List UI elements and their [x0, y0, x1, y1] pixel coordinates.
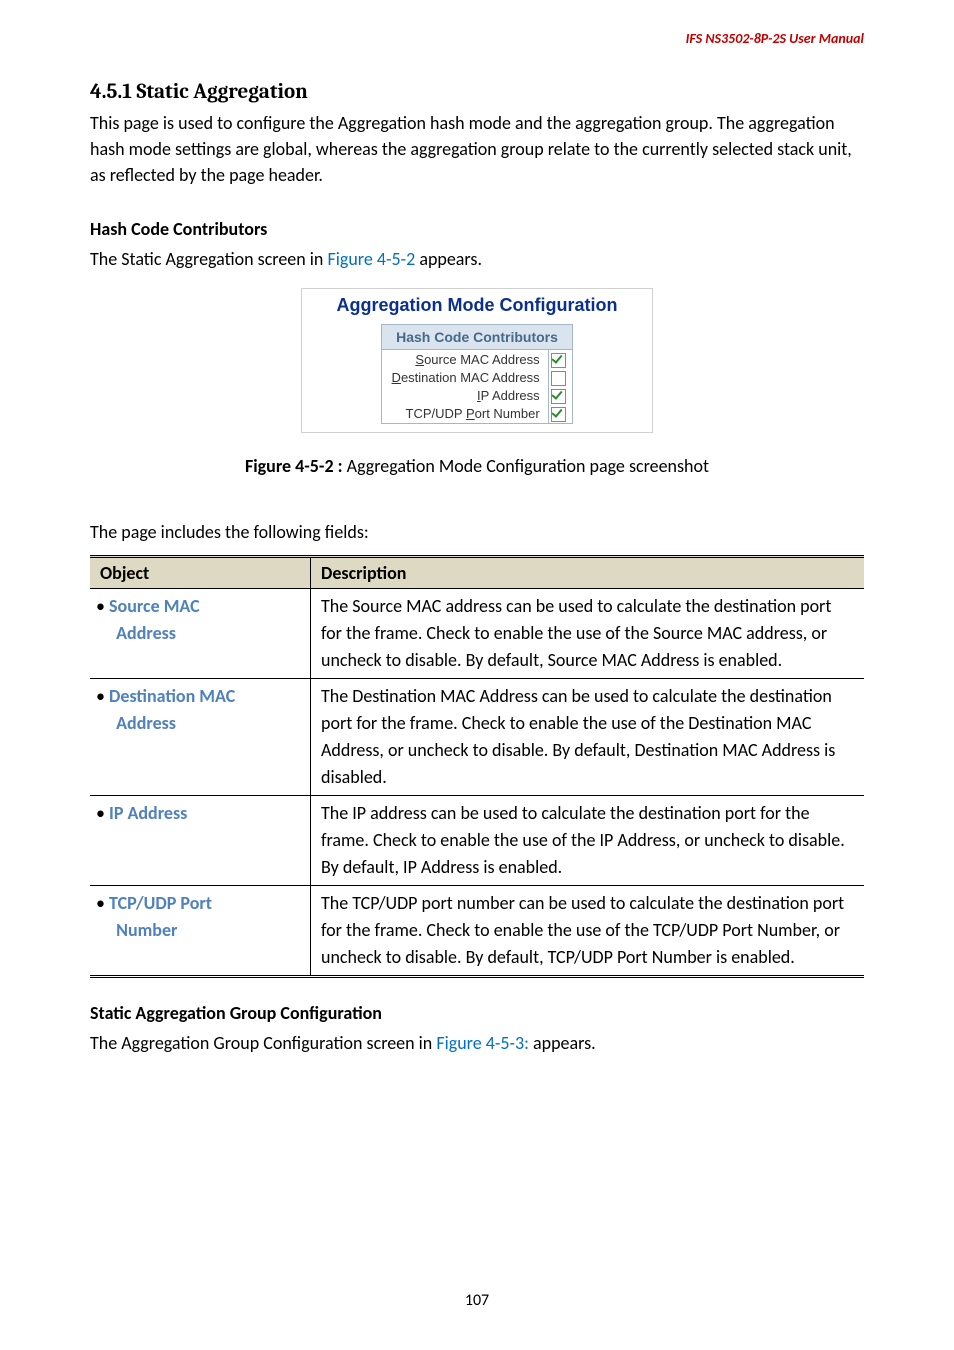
object-desc: The TCP/UDP port number can be used to c…	[311, 885, 865, 976]
hash-lead: The Static Aggregation screen in Figure …	[90, 246, 864, 272]
hash-row-label: IP Address	[382, 387, 549, 405]
section-number: 4.5.1	[90, 80, 132, 104]
checkbox-icon	[551, 353, 566, 368]
object-name: • TCP/UDP Port Number	[90, 885, 311, 976]
hash-contributors-table: Hash Code Contributors Source MAC Addres…	[381, 324, 573, 423]
object-desc: The IP address can be used to calculate …	[311, 795, 865, 885]
object-desc: The Source MAC address can be used to ca…	[311, 588, 865, 678]
static-group-lead-pre: The Aggregation Group Configuration scre…	[90, 1032, 436, 1054]
fields-intro: The page includes the following fields:	[90, 519, 864, 545]
hash-row-checkbox[interactable]	[548, 369, 572, 387]
checkbox-icon	[551, 371, 566, 386]
section-title: Static Aggregation	[136, 80, 307, 104]
figure-ref-link: Figure 4-5-3:	[436, 1032, 529, 1054]
figure-caption-rest: Aggregation Mode Configuration page scre…	[343, 455, 709, 477]
hash-lead-post: appears.	[415, 248, 482, 270]
col-header-object: Object	[90, 556, 311, 588]
hash-row-checkbox[interactable]	[548, 387, 572, 405]
figure-panel: Aggregation Mode Configuration Hash Code…	[301, 288, 653, 432]
hash-table-header: Hash Code Contributors	[382, 325, 573, 350]
static-group-lead: The Aggregation Group Configuration scre…	[90, 1030, 864, 1056]
figure-ref-link: Figure 4-5-2	[327, 248, 415, 270]
hash-heading: Hash Code Contributors	[90, 216, 864, 242]
col-header-description: Description	[311, 556, 865, 588]
object-desc: The Destination MAC Address can be used …	[311, 678, 865, 795]
hash-row-checkbox[interactable]	[548, 405, 572, 424]
section-heading: 4.5.1 Static Aggregation	[90, 80, 864, 104]
doc-header-product: IFS NS3502-8P-2S User Manual	[686, 30, 864, 47]
object-name: • IP Address	[90, 795, 311, 885]
static-group-heading: Static Aggregation Group Configuration	[90, 1000, 864, 1026]
hash-row-label: TCP/UDP Port Number	[382, 405, 549, 424]
section-intro: This page is used to configure the Aggre…	[90, 110, 864, 188]
figure-panel-title: Aggregation Mode Configuration	[308, 293, 646, 324]
figure-caption-bold: Figure 4-5-2 :	[245, 455, 343, 477]
hash-lead-pre: The Static Aggregation screen in	[90, 248, 327, 270]
hash-row-checkbox[interactable]	[548, 350, 572, 369]
object-name: • Destination MAC Address	[90, 678, 311, 795]
object-description-table: Object Description • Source MAC Address …	[90, 555, 864, 978]
checkbox-icon	[551, 389, 566, 404]
checkbox-icon	[551, 407, 566, 422]
static-group-lead-post: appears.	[529, 1032, 596, 1054]
figure-caption: Figure 4-5-2 : Aggregation Mode Configur…	[90, 453, 864, 479]
hash-row-label: Destination MAC Address	[382, 369, 549, 387]
hash-row-label: Source MAC Address	[382, 350, 549, 369]
page-number: 107	[0, 1291, 954, 1310]
object-name: • Source MAC Address	[90, 588, 311, 678]
